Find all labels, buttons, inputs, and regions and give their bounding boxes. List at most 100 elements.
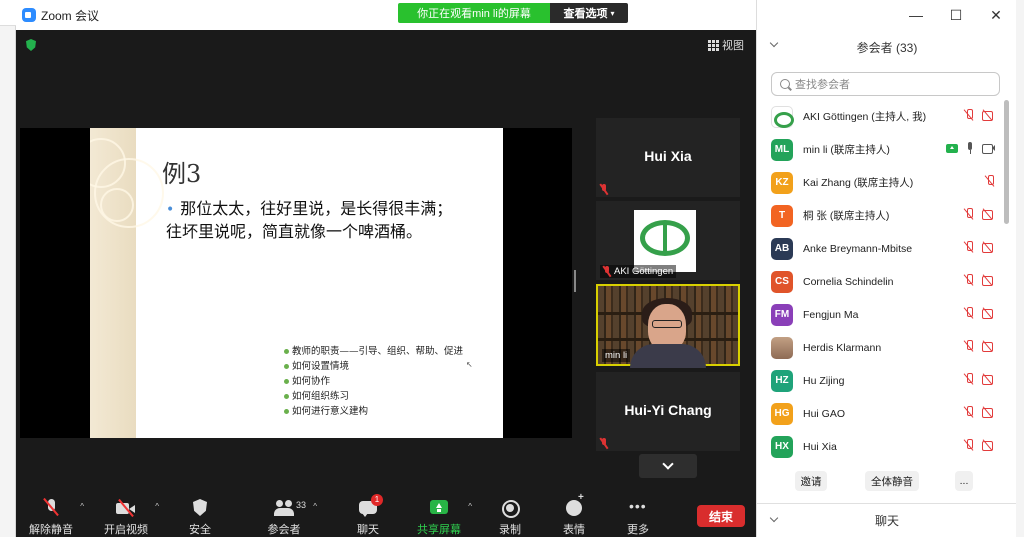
- split-handle[interactable]: [574, 270, 576, 292]
- view-button[interactable]: 视图: [708, 37, 744, 53]
- reactions-button[interactable]: 表情: [539, 492, 609, 537]
- video-off-icon: [982, 374, 995, 385]
- close-icon[interactable]: ✕: [976, 0, 1016, 30]
- muted-mic-icon: [964, 340, 974, 352]
- participants-panel: — ☐ ✕ 参会者 (33) 查找参会者 AKI Göttingen (主持人,…: [756, 0, 1017, 537]
- tile-name: Hui Xia: [644, 148, 692, 164]
- muted-mic-icon: [985, 175, 995, 187]
- caret-up-icon[interactable]: ^: [468, 502, 472, 511]
- start-video-button[interactable]: 开启视频 ^: [91, 498, 161, 537]
- bullet-icon: •: [166, 202, 175, 218]
- video-tile[interactable]: Hui Xia: [596, 118, 740, 197]
- caret-up-icon[interactable]: ^: [80, 502, 84, 511]
- tile-name: Hui-Yi Chang: [624, 402, 712, 418]
- avatar: ML: [771, 138, 793, 161]
- start-video-label: 开启视频: [104, 524, 148, 536]
- muted-mic-icon: [964, 241, 974, 253]
- muted-mic-icon: [964, 307, 974, 319]
- security-button[interactable]: 安全: [165, 498, 235, 537]
- mute-all-button[interactable]: 全体静音: [865, 471, 919, 491]
- participant-row[interactable]: HG Hui GAO: [757, 397, 1007, 430]
- participant-row[interactable]: CS Cornelia Schindelin: [757, 265, 1007, 298]
- mic-icon: [966, 142, 974, 154]
- collapse-chevron-icon[interactable]: [769, 38, 779, 48]
- invite-button[interactable]: 邀请: [795, 471, 827, 491]
- participant-row[interactable]: Herdis Klarmann: [757, 331, 1007, 364]
- video-tile[interactable]: Hui-Yi Chang: [596, 372, 740, 451]
- more-button[interactable]: 更多: [603, 498, 673, 537]
- participants-button[interactable]: 33 参会者 ^: [249, 498, 319, 537]
- chat-bubble-icon: 1: [358, 494, 383, 518]
- participant-name: Hui GAO: [803, 407, 846, 420]
- video-off-icon: [982, 275, 995, 286]
- avatar: KZ: [771, 171, 793, 194]
- chat-section-title: 聊天: [874, 514, 899, 528]
- slide-list: 教师的职责——引导、组织、帮助、促进 如何设置情境 如何协作 如何组织练习 如何…: [284, 344, 463, 419]
- tile-name: min li: [605, 350, 628, 361]
- muted-mic-icon: [964, 109, 974, 121]
- participant-row[interactable]: AKI Göttingen (主持人, 我): [757, 100, 1007, 133]
- video-off-icon: [982, 110, 995, 121]
- participant-row[interactable]: FM Fengjun Ma: [757, 298, 1007, 331]
- encryption-shield-icon[interactable]: [26, 39, 36, 51]
- grid-icon: [708, 39, 719, 51]
- share-screen-icon: [429, 498, 449, 518]
- more-label: 更多: [627, 524, 649, 536]
- window-title: Zoom 会议: [41, 8, 100, 23]
- participant-name: Hui Xia: [803, 440, 837, 453]
- scroll-down-button[interactable]: [639, 454, 697, 478]
- avatar: [771, 105, 794, 128]
- search-icon: [780, 79, 790, 89]
- view-options-button[interactable]: 查看选项 ▾: [550, 3, 628, 23]
- maximize-icon[interactable]: ☐: [936, 0, 976, 30]
- participants-header: 参会者 (33): [757, 34, 1017, 60]
- panel-more-button[interactable]: ...: [955, 471, 973, 491]
- participant-row[interactable]: KZ Kai Zhang (联席主持人): [757, 166, 1007, 199]
- zoom-window: Zoom 会议 你正在观看min li的屏幕 查看选项 ▾ 视图 例3 • 那位太…: [16, 0, 1017, 537]
- desktop-left-edge: [0, 0, 16, 537]
- video-tile[interactable]: AKI Göttingen: [596, 201, 740, 280]
- search-participants-input[interactable]: 查找参会者: [771, 72, 1000, 96]
- participant-row[interactable]: HX Hui Xia: [757, 430, 1007, 463]
- participant-name: Hu Zijing: [803, 374, 845, 387]
- share-screen-button[interactable]: 共享屏幕 ^: [404, 498, 474, 537]
- list-item: 如何进行意义建构: [284, 404, 463, 419]
- minimize-icon[interactable]: —: [896, 0, 936, 30]
- list-item: 教师的职责——引导、组织、帮助、促进: [284, 344, 463, 359]
- record-button[interactable]: 录制: [475, 498, 545, 537]
- end-meeting-button[interactable]: 结束: [697, 505, 745, 527]
- avatar: AB: [771, 237, 793, 260]
- sharing-screen-icon: [946, 143, 958, 153]
- participants-scrollbar[interactable]: [1004, 100, 1009, 224]
- chat-button[interactable]: 1 聊天: [333, 494, 403, 537]
- participant-row[interactable]: AB Anke Breymann-Mbitse: [757, 232, 1007, 265]
- participant-name: min li (联席主持人): [803, 144, 890, 156]
- muted-mic-icon: [964, 406, 974, 418]
- tile-tag: AKI Göttingen: [600, 265, 677, 278]
- desktop-right-edge: [1016, 0, 1024, 537]
- participant-row[interactable]: T 桐 张 (联席主持人): [757, 199, 1007, 232]
- record-icon: [500, 498, 520, 518]
- muted-mic-icon: [964, 274, 974, 286]
- caret-up-icon[interactable]: ^: [155, 502, 159, 511]
- video-off-icon: [982, 209, 995, 220]
- participant-row[interactable]: ML min li (联席主持人): [757, 133, 1007, 166]
- slide-decoration: [90, 128, 164, 438]
- slide-main-text: • 那位太太，往好里说，是长得很丰满； 往坏里说呢，简直就像一个啤酒桶。: [166, 198, 496, 243]
- glasses: [652, 320, 682, 328]
- participants-list: AKI Göttingen (主持人, 我) ML min li (联席主持人)…: [757, 100, 1007, 463]
- active-speaker-tile[interactable]: min li: [596, 284, 740, 368]
- list-item: 如何组织练习: [284, 389, 463, 404]
- collapse-chevron-icon[interactable]: [769, 513, 779, 523]
- aki-logo-icon: [634, 210, 696, 272]
- video-icon: [982, 143, 995, 154]
- participant-name: 桐 张 (联席主持人): [803, 210, 890, 222]
- caret-up-icon[interactable]: ^: [313, 502, 317, 511]
- participant-row[interactable]: HZ Hu Zijing: [757, 364, 1007, 397]
- chat-section-header[interactable]: 聊天: [757, 503, 1017, 537]
- panel-actions: 邀请 全体静音 ...: [757, 471, 1007, 493]
- search-placeholder: 查找参会者: [795, 79, 850, 91]
- slide-line-2: 往坏里说呢，简直就像一个啤酒桶。: [166, 222, 423, 241]
- avatar: FM: [771, 303, 793, 326]
- unmute-button[interactable]: 解除静音 ^: [16, 498, 86, 537]
